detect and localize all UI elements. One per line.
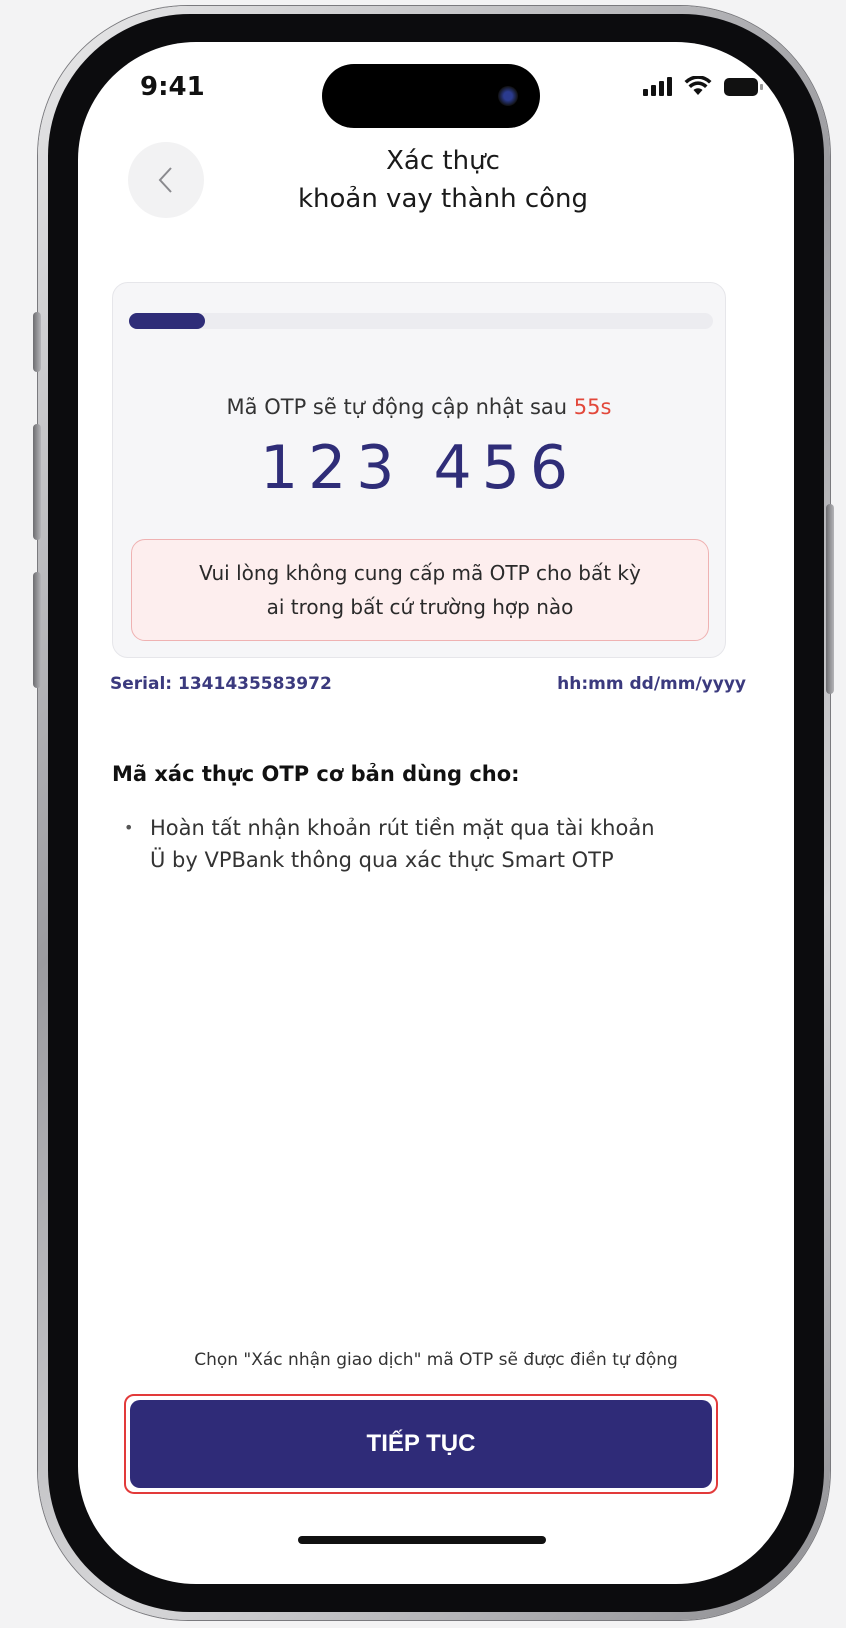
usage-item-line1: Hoàn tất nhận khoản rút tiền mặt qua tài… [150,816,655,840]
battery-icon [724,78,763,96]
autofill-hint: Chọn "Xác nhận giao dịch" mã OTP sẽ được… [194,1350,678,1370]
volume-up-button [33,424,41,540]
otp-timer-progress [129,313,713,329]
volume-down-button [33,572,41,688]
power-button [826,504,834,694]
page-title-line1: Xác thực [386,146,500,176]
usage-list-item: Hoàn tất nhận khoản rút tiền mặt qua tài… [124,812,724,876]
otp-warning-line1: Vui lòng không cung cấp mã OTP cho bất k… [199,561,641,585]
home-indicator[interactable] [298,1536,546,1544]
cellular-signal-icon [643,76,672,96]
status-icons [643,76,763,96]
otp-serial: Serial: 1341435583972 [110,674,332,694]
otp-code: 123 456 [259,433,579,503]
usage-item-line2: Ü by VPBank thông qua xác thực Smart OTP [150,848,614,872]
back-button[interactable] [128,142,204,218]
app-screen: 9:41 Xác thực khoản vay thành công Mã OT… [78,42,794,1584]
page-title-line2: khoản vay thành công [297,184,589,214]
otp-datetime: hh:mm dd/mm/yyyy [557,674,746,694]
wifi-icon [684,76,712,95]
chevron-left-icon [158,167,172,193]
status-time: 9:41 [140,72,205,102]
page-title: Xác thực khoản vay thành công [228,142,658,218]
otp-warning-box: Vui lòng không cung cấp mã OTP cho bất k… [131,539,709,641]
silent-switch [33,312,41,372]
otp-timer-progress-fill [129,313,205,329]
usage-title: Mã xác thực OTP cơ bản dùng cho: [112,762,520,786]
dynamic-island [322,64,540,128]
otp-warning-line2: ai trong bất cứ trường hợp nào [266,595,574,619]
camera-icon [498,86,518,106]
otp-countdown-seconds: 55s [573,395,612,419]
otp-card: Mã OTP sẽ tự động cập nhật sau 55s 123 4… [112,282,726,658]
otp-countdown-text: Mã OTP sẽ tự động cập nhật sau 55s [113,395,725,419]
usage-list: Hoàn tất nhận khoản rút tiền mặt qua tài… [124,812,724,876]
continue-button[interactable]: TIẾP TỤC [130,1400,712,1488]
otp-countdown-prefix: Mã OTP sẽ tự động cập nhật sau [226,395,568,419]
